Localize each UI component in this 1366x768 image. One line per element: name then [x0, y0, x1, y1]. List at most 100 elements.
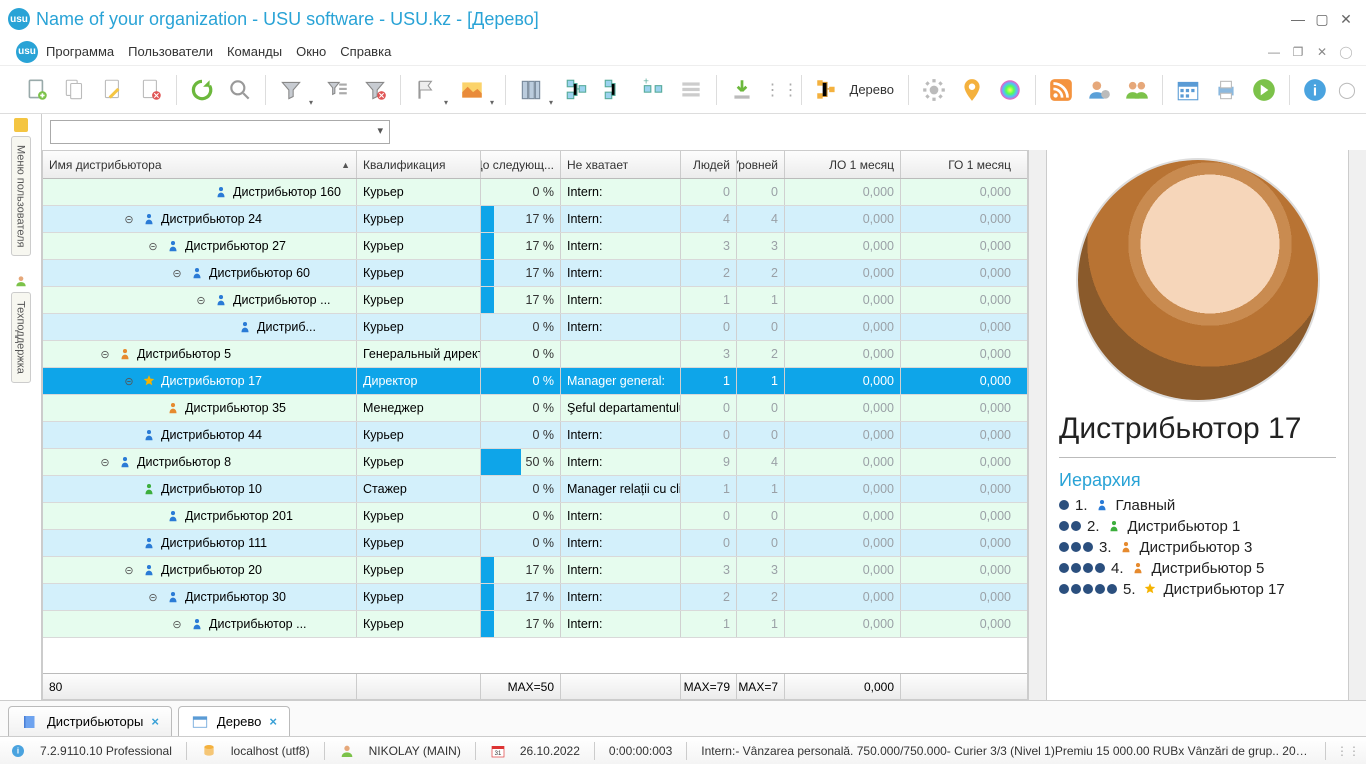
tree-view-icon[interactable] — [810, 73, 844, 107]
hierarchy-row[interactable]: 3.Дистрибьютор 3 — [1059, 539, 1336, 556]
filter-icon[interactable] — [274, 73, 308, 107]
filter-list-icon[interactable] — [320, 73, 354, 107]
table-row[interactable]: ⊝Дистрибьютор 17Директор0 %Manager gener… — [43, 368, 1027, 395]
doc-close-button[interactable]: ✕ — [1310, 45, 1334, 59]
menu-item-программа[interactable]: Программа — [46, 44, 114, 59]
tab-distributors-close-icon[interactable]: × — [151, 714, 159, 729]
expand-toggle-icon[interactable]: ⊝ — [169, 267, 185, 280]
maximize-button[interactable]: ▢ — [1310, 11, 1334, 28]
table-row[interactable]: ⊝Дистрибьютор 60Курьер17 %Intern:220,000… — [43, 260, 1027, 287]
cell-levels: 0 — [737, 503, 785, 529]
expand-toggle-icon[interactable]: ⊝ — [121, 375, 137, 388]
hierarchy-row[interactable]: 1.Главный — [1059, 497, 1336, 514]
status-date: 26.10.2022 — [520, 744, 580, 758]
search-icon[interactable] — [223, 73, 257, 107]
users-icon[interactable] — [1120, 73, 1154, 107]
rss-icon[interactable] — [1044, 73, 1078, 107]
hierarchy-row[interactable]: 2.Дистрибьютор 1 — [1059, 518, 1336, 535]
info-icon[interactable]: i — [1298, 73, 1332, 107]
close-button[interactable]: ✕ — [1334, 11, 1358, 28]
flag-icon[interactable] — [409, 73, 443, 107]
location-icon[interactable] — [955, 73, 989, 107]
new-doc-icon[interactable] — [20, 73, 54, 107]
table-row[interactable]: Дистрибьютор 111Курьер0 %Intern:000,0000… — [43, 530, 1027, 557]
col-header-people[interactable]: Людей — [681, 151, 737, 178]
filter-clear-icon[interactable] — [358, 73, 392, 107]
col-header-name[interactable]: Имя дистрибьютора▲ — [43, 151, 357, 178]
col-header-qual[interactable]: Квалификация — [357, 151, 481, 178]
col-header-levels[interactable]: Уровней — [737, 151, 785, 178]
table-row[interactable]: ⊝Дистрибьютор 30Курьер17 %Intern:220,000… — [43, 584, 1027, 611]
cell-qualification: Курьер — [357, 260, 481, 286]
tab-tree[interactable]: Дерево × — [178, 706, 290, 736]
tree-add-icon[interactable]: + — [636, 73, 670, 107]
gear-icon[interactable] — [917, 73, 951, 107]
col-header-next[interactable]: До следующ... — [481, 151, 561, 178]
status-info-icon: i — [10, 743, 26, 759]
doc-restore-button[interactable]: ❐ — [1286, 45, 1310, 59]
table-row[interactable]: Дистрибьютор 201Курьер0 %Intern:000,0000… — [43, 503, 1027, 530]
menu-item-справка[interactable]: Справка — [340, 44, 391, 59]
col-header-go[interactable]: ГО 1 месяц — [901, 151, 1017, 178]
cell-people: 2 — [681, 584, 737, 610]
refresh-icon[interactable] — [185, 73, 219, 107]
hierarchy-row[interactable]: 5.Дистрибьютор 17 — [1059, 581, 1336, 598]
expand-toggle-icon[interactable]: ⊝ — [121, 213, 137, 226]
edit-doc-icon[interactable] — [96, 73, 130, 107]
person-icon — [141, 211, 157, 227]
table-row[interactable]: ⊝Дистрибьютор 24Курьер17 %Intern:440,000… — [43, 206, 1027, 233]
cell-levels: 2 — [737, 341, 785, 367]
tree-expand-icon[interactable] — [560, 73, 594, 107]
table-row[interactable]: ⊝Дистрибьютор 8Курьер50 %Intern:940,0000… — [43, 449, 1027, 476]
tab-tree-close-icon[interactable]: × — [269, 714, 277, 729]
minimize-button[interactable]: — — [1286, 11, 1310, 27]
calendar-icon[interactable] — [1171, 73, 1205, 107]
detail-vertical-scrollbar[interactable] — [1348, 150, 1366, 700]
delete-doc-icon[interactable] — [134, 73, 168, 107]
table-row[interactable]: Дистрибьютор 35Менеджер0 %Şeful departam… — [43, 395, 1027, 422]
side-tab-user-menu[interactable]: Меню пользователя — [11, 136, 31, 256]
cell-levels: 3 — [737, 557, 785, 583]
expand-toggle-icon[interactable]: ⊝ — [145, 591, 161, 604]
table-row[interactable]: ⊝Дистрибьютор ...Курьер17 %Intern:110,00… — [43, 611, 1027, 638]
menu-item-пользователи[interactable]: Пользователи — [128, 44, 213, 59]
menu-item-команды[interactable]: Команды — [227, 44, 282, 59]
filter-combo[interactable] — [50, 120, 390, 144]
tree-collapse-icon[interactable] — [598, 73, 632, 107]
expand-toggle-icon[interactable]: ⊝ — [121, 564, 137, 577]
expand-toggle-icon[interactable]: ⊝ — [97, 456, 113, 469]
more-icon[interactable]: ⋮⋮ — [773, 73, 793, 107]
user-gear-icon[interactable] — [1082, 73, 1116, 107]
hierarchy-row[interactable]: 4.Дистрибьютор 5 — [1059, 560, 1336, 577]
menu-item-окно[interactable]: Окно — [296, 44, 326, 59]
expand-toggle-icon[interactable]: ⊝ — [169, 618, 185, 631]
download-icon[interactable] — [725, 73, 759, 107]
help-circle-icon[interactable]: ◯ — [1336, 73, 1358, 107]
image-icon[interactable] — [455, 73, 489, 107]
table-row[interactable]: Дистрибьютор 44Курьер0 %Intern:000,0000,… — [43, 422, 1027, 449]
go-icon[interactable] — [1247, 73, 1281, 107]
print-icon[interactable] — [1209, 73, 1243, 107]
status-grip-icon[interactable]: ⋮⋮ — [1340, 743, 1356, 759]
table-row[interactable]: ⊝Дистрибьютор 5Генеральный директор0 %32… — [43, 341, 1027, 368]
list-icon[interactable] — [674, 73, 708, 107]
table-row[interactable]: Дистрибьютор 160Курьер0 %Intern:000,0000… — [43, 179, 1027, 206]
table-row[interactable]: ⊝Дистрибьютор 20Курьер17 %Intern:330,000… — [43, 557, 1027, 584]
side-tab-support[interactable]: Техподдержка — [11, 292, 31, 383]
table-row[interactable]: Дистриб...Курьер0 %Intern:000,0000,000 — [43, 314, 1027, 341]
expand-toggle-icon[interactable]: ⊝ — [97, 348, 113, 361]
expand-toggle-icon[interactable]: ⊝ — [193, 294, 209, 307]
help-round-icon[interactable]: ◯ — [1334, 45, 1358, 59]
col-header-lo[interactable]: ЛО 1 месяц — [785, 151, 901, 178]
col-header-miss[interactable]: Не хватает — [561, 151, 681, 178]
table-row[interactable]: ⊝Дистрибьютор 27Курьер17 %Intern:330,000… — [43, 233, 1027, 260]
grid-vertical-scrollbar[interactable] — [1028, 150, 1046, 700]
columns-icon[interactable] — [514, 73, 548, 107]
copy-doc-icon[interactable] — [58, 73, 92, 107]
doc-minimize-button[interactable]: — — [1262, 45, 1286, 59]
expand-toggle-icon[interactable]: ⊝ — [145, 240, 161, 253]
table-row[interactable]: Дистрибьютор 10Стажер0 %Manager relații … — [43, 476, 1027, 503]
table-row[interactable]: ⊝Дистрибьютор ...Курьер17 %Intern:110,00… — [43, 287, 1027, 314]
color-icon[interactable] — [993, 73, 1027, 107]
tab-distributors[interactable]: Дистрибьюторы × — [8, 706, 172, 736]
